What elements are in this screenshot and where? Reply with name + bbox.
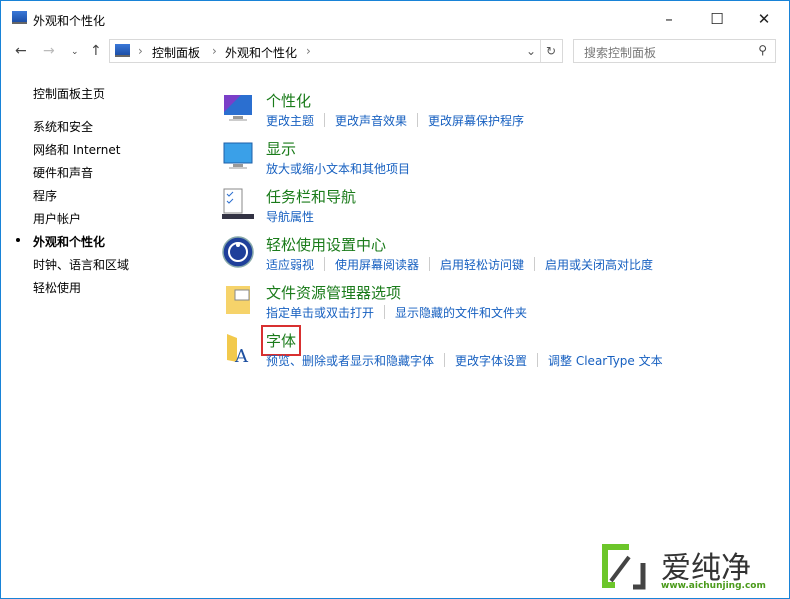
link-change-theme[interactable]: 更改主题 xyxy=(266,114,314,128)
category-taskbar: 任务栏和导航 导航属性 xyxy=(221,186,721,232)
link-preview-fonts[interactable]: 预览、删除或者显示和隐藏字体 xyxy=(266,354,434,368)
link-access-keys[interactable]: 启用轻松访问键 xyxy=(440,258,524,272)
link-show-hidden-files[interactable]: 显示隐藏的文件和文件夹 xyxy=(395,306,527,320)
taskbar-icon xyxy=(222,188,254,219)
category-title[interactable]: 任务栏和导航 xyxy=(266,186,356,207)
divider xyxy=(384,305,386,319)
watermark-url: www.aichunjing.com xyxy=(661,581,766,591)
address-bar[interactable]: › 控制面板 › 外观和个性化 › ⌄ ↻ xyxy=(109,39,563,63)
forward-arrow-icon[interactable]: → xyxy=(43,43,55,59)
maximize-button[interactable]: ☐ xyxy=(697,7,737,31)
divider xyxy=(324,113,326,127)
refresh-icon[interactable]: ↻ xyxy=(546,44,556,58)
personalization-icon xyxy=(224,95,252,121)
divider xyxy=(429,257,431,271)
sidebar-item-clock-language[interactable]: 时钟、语言和区域 xyxy=(33,256,129,273)
category-display: 显示 放大或缩小文本和其他项目 xyxy=(221,138,721,184)
sidebar-item-home[interactable]: 控制面板主页 xyxy=(33,85,105,102)
separator-chevron-icon: › xyxy=(212,44,217,58)
breadcrumb-control-panel[interactable]: 控制面板 xyxy=(152,44,200,61)
search-icon[interactable]: ⚲ xyxy=(758,43,767,57)
divider xyxy=(534,257,536,271)
folder-options-icon xyxy=(226,286,250,314)
link-navigation-properties[interactable]: 导航属性 xyxy=(266,210,314,224)
link-screen-reader[interactable]: 使用屏幕阅读器 xyxy=(335,258,419,272)
category-ease-of-access: 轻松使用设置中心 适应弱视 使用屏幕阅读器 启用轻松访问键 启用或关闭高对比度 xyxy=(221,234,721,280)
category-personalization: 个性化 更改主题 更改声音效果 更改屏幕保护程序 xyxy=(221,90,721,136)
link-single-double-click[interactable]: 指定单击或双击打开 xyxy=(266,306,374,320)
breadcrumb-appearance[interactable]: 外观和个性化 xyxy=(225,44,297,61)
category-title[interactable]: 文件资源管理器选项 xyxy=(266,282,401,303)
svg-text:A: A xyxy=(234,346,249,364)
divider xyxy=(417,113,419,127)
divider xyxy=(537,353,539,367)
fonts-icon: A xyxy=(227,334,249,364)
link-high-contrast[interactable]: 启用或关闭高对比度 xyxy=(545,258,653,272)
sidebar-item-ease-of-access[interactable]: 轻松使用 xyxy=(33,279,81,296)
link-change-screensaver[interactable]: 更改屏幕保护程序 xyxy=(428,114,524,128)
sidebar-item-system-security[interactable]: 系统和安全 xyxy=(33,118,93,135)
divider xyxy=(540,40,541,62)
title-bar: 外观和个性化 – ☐ ✕ xyxy=(1,1,789,37)
up-arrow-icon[interactable]: ↑ xyxy=(90,43,102,59)
sidebar-item-label: 外观和个性化 xyxy=(33,235,106,249)
recent-chevron-icon[interactable]: ⌄ xyxy=(71,47,79,57)
category-folder-options: 文件资源管理器选项 指定单击或双击打开 显示隐藏的文件和文件夹 xyxy=(221,282,721,328)
sidebar-item-network[interactable]: 网络和 Internet xyxy=(33,141,120,158)
control-panel-icon xyxy=(115,44,130,57)
sidebar-item-programs[interactable]: 程序 xyxy=(33,187,57,204)
back-arrow-icon[interactable]: ← xyxy=(15,43,27,59)
control-panel-icon xyxy=(12,11,27,24)
sidebar-item-appearance[interactable]: 外观和个性化 xyxy=(16,233,106,250)
search-placeholder: 搜索控制面板 xyxy=(584,46,657,60)
link-text-size[interactable]: 放大或缩小文本和其他项目 xyxy=(266,162,410,176)
link-font-settings[interactable]: 更改字体设置 xyxy=(455,354,527,368)
minimize-button[interactable]: – xyxy=(649,7,689,31)
link-low-vision[interactable]: 适应弱视 xyxy=(266,258,314,272)
address-row: ← → ⌄ ↑ › 控制面板 › 外观和个性化 › ⌄ ↻ 搜索控制面板 ⚲ xyxy=(1,39,789,65)
window-title: 外观和个性化 xyxy=(33,14,106,28)
display-icon xyxy=(223,142,253,169)
category-fonts: A 字体 预览、删除或者显示和隐藏字体 更改字体设置 调整 ClearType 文本 xyxy=(221,325,721,376)
search-input[interactable]: 搜索控制面板 ⚲ xyxy=(573,39,776,63)
ease-of-access-icon xyxy=(222,236,254,268)
category-title[interactable]: 个性化 xyxy=(266,90,311,111)
dropdown-chevron-icon[interactable]: ⌄ xyxy=(526,44,536,58)
close-button[interactable]: ✕ xyxy=(744,7,784,31)
link-change-sounds[interactable]: 更改声音效果 xyxy=(335,114,407,128)
watermark-logo: 爱纯净 www.aichunjing.com xyxy=(599,541,779,596)
category-title[interactable]: 显示 xyxy=(266,138,296,159)
divider xyxy=(444,353,446,367)
active-bullet-icon xyxy=(16,238,20,242)
separator-chevron-icon: › xyxy=(138,44,143,58)
sidebar-item-hardware[interactable]: 硬件和声音 xyxy=(33,164,93,181)
sidebar-item-user-accounts[interactable]: 用户帐户 xyxy=(33,210,81,227)
category-title[interactable]: 轻松使用设置中心 xyxy=(266,234,386,255)
category-title-fonts[interactable]: 字体 xyxy=(260,325,302,356)
separator-chevron-icon: › xyxy=(306,44,311,58)
logo-mark-icon xyxy=(602,544,646,590)
link-cleartype[interactable]: 调整 ClearType 文本 xyxy=(548,354,663,368)
divider xyxy=(324,257,326,271)
